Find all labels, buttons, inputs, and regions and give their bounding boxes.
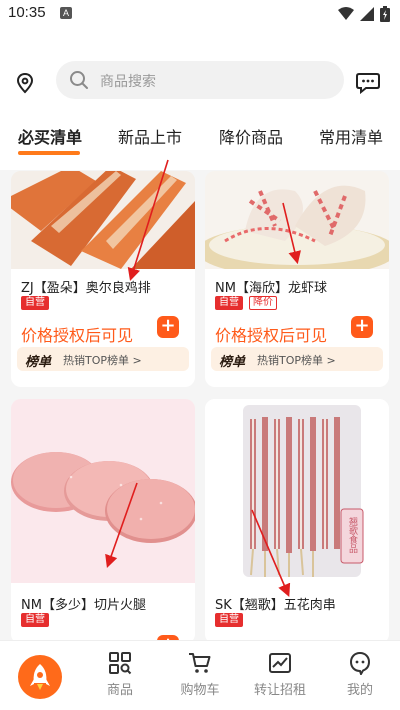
tag-row: 自营 [21,613,49,627]
ranking-link: 热销TOP榜单 > [257,354,336,367]
grid-search-icon [109,652,132,675]
tab-price-drop[interactable]: 降价商品 [219,124,283,148]
tab-new-arrivals[interactable]: 新品上市 [118,124,182,148]
product-image: 翘歌食品 [205,399,389,583]
tab-frequent[interactable]: 常用清单 [319,124,383,148]
status-bar: 10:35 A [0,0,400,28]
ranking-label: 榜单 [219,355,246,370]
package-stamp: 翘歌食品 [347,517,358,554]
price-text: 价格授权后可见 [215,326,328,345]
product-name: SK【翘歌】五花肉串 [215,598,336,613]
location-icon[interactable] [14,72,36,94]
nav-item-transfer[interactable]: 转让招租 [250,651,310,698]
notification-icon: A [60,7,72,19]
nav-item-mine[interactable]: 我的 [330,651,390,698]
product-card[interactable]: NM【多少】切片火腿 自营 + [11,399,195,644]
wifi-icon [338,7,354,20]
chart-icon [269,653,291,673]
ranking-banner[interactable]: 榜单 热销TOP榜单 > [211,347,383,371]
header: 商品搜索 必买清单 新品上市 降价商品 常用清单 [0,28,400,170]
self-operated-tag: 自营 [21,296,49,310]
product-name: ZJ【盈朵】奥尔良鸡排 [21,281,151,296]
tag-row: 自营 [21,296,49,310]
product-image [11,171,195,269]
product-card[interactable]: 翘歌食品 SK【翘歌】五花肉串 自营 [205,399,389,644]
battery-icon [380,6,390,22]
nav-label: 商品 [106,683,133,698]
price-drop-tag: 降价 [249,296,277,310]
product-card[interactable]: NM【海欣】龙虾球 自营 降价 价格授权后可见 + 榜单 热销TOP榜单 > [205,171,389,387]
bottom-navigation: 商品 购物车 转让招租 我的 [0,640,400,710]
self-operated-tag: 自营 [21,613,49,627]
search-icon [70,71,88,89]
search-input[interactable]: 商品搜索 [56,61,344,99]
nav-item-products[interactable]: 商品 [90,651,150,698]
message-icon[interactable] [356,72,380,94]
product-name: NM【多少】切片火腿 [21,598,146,613]
product-image [205,171,389,269]
profile-icon [349,651,371,675]
add-to-cart-button[interactable]: + [157,316,179,338]
status-icons [338,6,390,22]
self-operated-tag: 自营 [215,296,243,310]
tab-must-buy[interactable]: 必买清单 [18,124,82,148]
price-text: 价格授权后可见 [21,326,134,345]
signal-icon [360,7,374,21]
nav-item-cart[interactable]: 购物车 [170,651,230,698]
self-operated-tag: 自营 [215,613,243,627]
add-to-cart-button[interactable]: + [351,316,373,338]
tag-row: 自营 [215,613,243,627]
ranking-link: 热销TOP榜单 > [63,354,142,367]
ranking-banner[interactable]: 榜单 热销TOP榜单 > [17,347,189,371]
active-tab-indicator [18,151,80,155]
category-tabs: 必买清单 新品上市 降价商品 常用清单 [0,120,400,160]
ranking-label: 榜单 [25,355,52,370]
cart-icon [189,653,211,673]
product-image [11,399,195,583]
rocket-icon [30,664,50,690]
tag-row: 自营 降价 [215,296,277,310]
nav-label: 我的 [346,683,373,698]
product-name: NM【海欣】龙虾球 [215,281,327,296]
nav-label: 转让招租 [253,683,306,698]
nav-label: 购物车 [180,683,220,698]
home-rocket-button[interactable] [18,655,62,699]
status-time: 10:35 [8,4,46,21]
search-placeholder: 商品搜索 [100,74,156,90]
product-card[interactable]: ZJ【盈朵】奥尔良鸡排 自营 价格授权后可见 + 榜单 热销TOP榜单 > [11,171,195,387]
